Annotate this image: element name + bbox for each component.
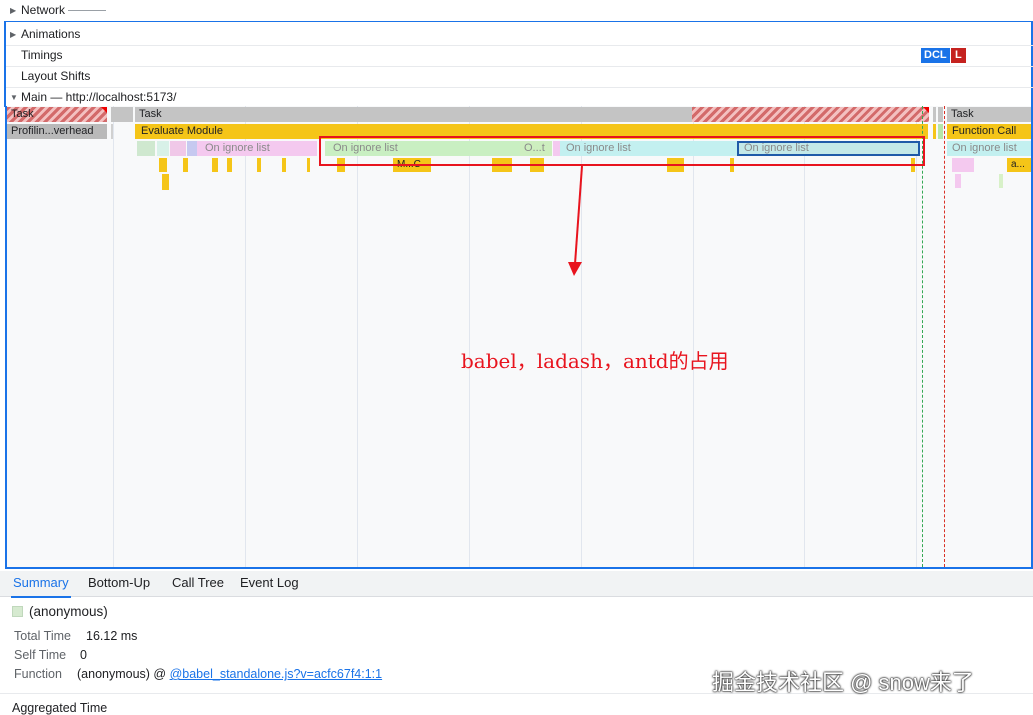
grid-line bbox=[245, 106, 246, 567]
track-label-timings: Timings bbox=[21, 48, 63, 62]
network-track[interactable]: ▶ Network bbox=[0, 0, 1033, 21]
grid-line bbox=[469, 106, 470, 567]
small-block[interactable] bbox=[933, 124, 936, 139]
grid-line bbox=[357, 106, 358, 567]
profiling-label: Profilin...verhead bbox=[11, 125, 94, 137]
call-block[interactable] bbox=[955, 174, 961, 188]
task-block[interactable]: Task bbox=[135, 107, 692, 122]
expand-triangle-icon[interactable]: ▶ bbox=[10, 24, 16, 45]
track-label-animations: Animations bbox=[21, 27, 81, 41]
grid-line bbox=[804, 106, 805, 567]
track-label-main: Main — http://localhost:5173/ bbox=[21, 90, 177, 104]
call-block[interactable] bbox=[282, 158, 286, 172]
total-time-value: 16.12 ms bbox=[86, 629, 138, 643]
main-track-header[interactable]: ▼ Main — http://localhost:5173/ bbox=[0, 87, 1033, 108]
dcl-line bbox=[922, 106, 923, 567]
function-label: Function bbox=[14, 667, 62, 681]
call-block[interactable] bbox=[212, 158, 218, 172]
watermark: 掘金技术社区 @ snow来了 bbox=[712, 670, 974, 695]
small-block[interactable] bbox=[137, 141, 155, 156]
call-block[interactable] bbox=[162, 174, 169, 190]
total-time-row: Total Time 16.12 ms bbox=[14, 629, 137, 643]
call-block[interactable]: a... bbox=[1007, 158, 1031, 172]
grid-line bbox=[113, 106, 114, 567]
annotation-text: babel，ladash，antd的占用 bbox=[461, 349, 729, 373]
call-block[interactable] bbox=[307, 158, 310, 172]
tab-bottom-up[interactable]: Bottom-Up bbox=[88, 575, 150, 590]
summary-title: (anonymous) bbox=[29, 604, 108, 619]
grid-line bbox=[916, 106, 917, 567]
aggregated-time-heading: Aggregated Time bbox=[12, 701, 108, 715]
long-task-flag-icon bbox=[101, 107, 107, 113]
layout-shifts-track[interactable]: Layout Shifts bbox=[0, 66, 1033, 87]
timings-track[interactable]: Timings DCL L bbox=[0, 45, 1033, 66]
function-row: Function (anonymous) @ @babel_standalone… bbox=[14, 667, 382, 681]
call-block[interactable] bbox=[999, 174, 1003, 188]
call-block[interactable] bbox=[183, 158, 188, 172]
call-block[interactable] bbox=[952, 158, 974, 172]
annotation-box bbox=[319, 136, 925, 166]
tab-event-log[interactable]: Event Log bbox=[240, 575, 299, 590]
task-block[interactable]: Task bbox=[947, 107, 1031, 122]
grid-line bbox=[693, 106, 694, 567]
task-block[interactable] bbox=[111, 107, 133, 122]
evaluate-module-label: Evaluate Module bbox=[141, 125, 223, 137]
self-time-row: Self Time 0 bbox=[14, 648, 87, 662]
tab-call-tree[interactable]: Call Tree bbox=[172, 575, 224, 590]
profiling-overhead-block[interactable]: Profilin...verhead bbox=[7, 124, 107, 139]
long-task-hatch[interactable] bbox=[692, 107, 929, 122]
call-block[interactable] bbox=[159, 158, 167, 172]
task-block[interactable] bbox=[938, 107, 943, 122]
task-label: Task bbox=[139, 108, 162, 120]
tab-summary[interactable]: Summary bbox=[11, 575, 71, 598]
dcl-marker[interactable]: DCL bbox=[921, 48, 950, 63]
task-label: Task bbox=[11, 108, 34, 120]
category-swatch bbox=[12, 606, 23, 617]
self-time-label: Self Time bbox=[14, 648, 67, 662]
function-call-label: Function Call bbox=[952, 125, 1017, 137]
collapse-triangle-icon[interactable]: ▼ bbox=[10, 87, 18, 108]
animations-track[interactable]: ▶ Animations bbox=[0, 24, 1033, 45]
network-line bbox=[68, 10, 106, 11]
ignore-label: On ignore list bbox=[952, 142, 1017, 154]
expand-triangle-icon[interactable]: ▶ bbox=[10, 0, 16, 21]
task-block[interactable] bbox=[933, 107, 936, 122]
ignore-label: On ignore list bbox=[205, 142, 270, 154]
call-block[interactable] bbox=[227, 158, 232, 172]
small-block[interactable] bbox=[111, 124, 113, 139]
annotation-arrow bbox=[568, 166, 583, 276]
self-time-value: 0 bbox=[80, 648, 87, 662]
details-tab-bar: Summary Bottom-Up Call Tree Event Log bbox=[0, 571, 1033, 598]
ignore-list-block[interactable]: On ignore list bbox=[947, 141, 1031, 156]
function-name: (anonymous) @ bbox=[77, 667, 170, 681]
small-block[interactable] bbox=[187, 141, 197, 156]
track-label-layout-shifts: Layout Shifts bbox=[21, 69, 91, 83]
small-block[interactable] bbox=[157, 141, 169, 156]
small-block[interactable] bbox=[938, 124, 943, 139]
total-time-label: Total Time bbox=[14, 629, 71, 643]
flame-chart[interactable]: Task Task Task Profilin...verhead Evalua… bbox=[5, 106, 1033, 569]
task-label: Task bbox=[951, 108, 974, 120]
track-divider bbox=[4, 21, 1033, 22]
task-block[interactable]: Task bbox=[7, 107, 107, 122]
ignore-list-block[interactable]: On ignore list bbox=[197, 141, 317, 156]
track-label-network: Network bbox=[21, 3, 66, 17]
call-block[interactable] bbox=[257, 158, 261, 172]
small-block[interactable] bbox=[170, 141, 186, 156]
load-line bbox=[944, 106, 945, 567]
call-label: a... bbox=[1011, 159, 1025, 170]
long-task-flag-icon bbox=[923, 107, 929, 113]
load-marker[interactable]: L bbox=[951, 48, 966, 63]
function-call-block[interactable]: Function Call bbox=[947, 124, 1031, 139]
source-link[interactable]: @babel_standalone.js?v=acfc67f4:1:1 bbox=[170, 667, 383, 681]
